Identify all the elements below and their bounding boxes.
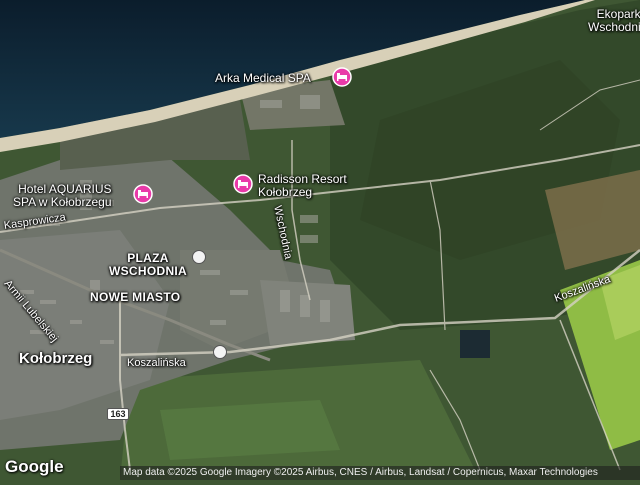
poi-label-aquarius[interactable]: Hotel AQUARIUS SPA w Kołobrzegu — [13, 183, 112, 209]
hotel-bed-icon[interactable] — [332, 67, 352, 87]
street-label-koszalinska-center: Koszalińska — [127, 357, 186, 369]
hotel-bed-icon[interactable] — [233, 174, 253, 194]
place-label-plaza: PLAZA WSCHODNIA — [107, 252, 189, 278]
poi-label-aquarius-line2: SPA w Kołobrzegu — [13, 195, 112, 209]
map-attribution: Map data ©2025 Google Imagery ©2025 Airb… — [120, 466, 640, 480]
bus-stop-icon[interactable] — [192, 250, 206, 264]
place-label-kolobrzeg: Kołobrzeg — [19, 350, 93, 367]
road-shield-163: 163 — [107, 408, 129, 420]
google-logo[interactable]: Google — [5, 457, 64, 477]
satellite-imagery — [0, 0, 640, 480]
satellite-map[interactable]: Arka Medical SPA Radisson Resort Kołobrz… — [0, 0, 640, 480]
poi-label-arka[interactable]: Arka Medical SPA — [215, 72, 311, 85]
place-label-ekopark-line2: Wschodni — [588, 20, 640, 34]
place-label-plaza-line2: WSCHODNIA — [108, 264, 188, 278]
place-label-nowe-miasto: NOWE MIASTO — [90, 290, 181, 304]
hotel-bed-icon[interactable] — [133, 184, 153, 204]
place-label-ekopark: Ekopark Wschodni — [588, 8, 640, 34]
poi-label-radisson-line2: Kołobrzeg — [258, 185, 313, 199]
bus-stop-icon[interactable] — [213, 345, 227, 359]
poi-label-radisson[interactable]: Radisson Resort Kołobrzeg — [258, 173, 347, 199]
